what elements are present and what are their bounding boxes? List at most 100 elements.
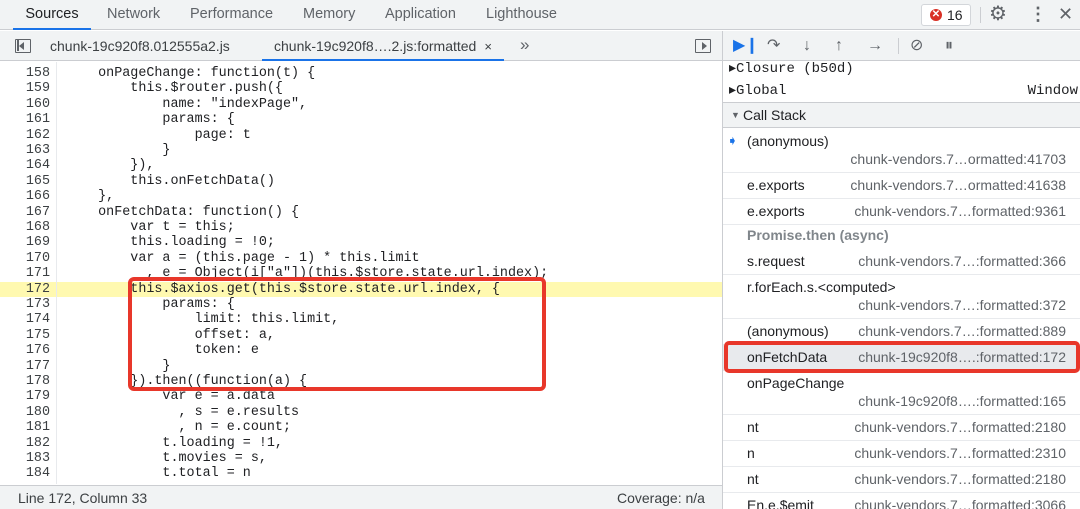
frame-location[interactable]: chunk-vendors.7…formatted:2310 (854, 445, 1066, 461)
scope-closure[interactable]: ▸Closure (b50d) (729, 59, 854, 81)
frame-location[interactable]: chunk-vendors.7…:formatted:366 (858, 253, 1066, 269)
frame-function-name: nt (747, 419, 759, 435)
line-number[interactable]: 170 (0, 251, 50, 266)
tab-application[interactable]: Application (385, 0, 456, 30)
line-number[interactable]: 159 (0, 81, 50, 96)
gutter-divider (56, 62, 57, 484)
line-number[interactable]: 179 (0, 389, 50, 404)
error-count-badge[interactable]: ✕ 16 (921, 4, 971, 26)
line-number[interactable]: 164 (0, 158, 50, 173)
frame-function-name: nt (747, 471, 759, 487)
tab-performance[interactable]: Performance (190, 0, 273, 30)
call-frame[interactable]: e.exports chunk-vendors.7…ormatted:41638 (723, 173, 1080, 199)
deactivate-breakpoints-icon[interactable]: ⊘ (910, 36, 923, 56)
line-number[interactable]: 175 (0, 328, 50, 343)
call-frame[interactable]: En.e.$emit chunk-vendors.7…formatted:3066 (723, 493, 1080, 509)
file-tab-formatted[interactable]: chunk-19c920f8….2.js:formatted × (262, 31, 504, 61)
frame-location[interactable]: chunk-19c920f8….:formatted:165 (858, 393, 1066, 409)
resume-icon[interactable]: ▶❙ (733, 36, 759, 56)
frame-location[interactable]: chunk-vendors.7…ormatted:41638 (850, 177, 1066, 193)
more-options-icon[interactable]: ⋮ (1029, 3, 1047, 25)
tab-lighthouse[interactable]: Lighthouse (486, 0, 557, 30)
toggle-debugger-icon[interactable] (695, 39, 711, 53)
code-line: 169 this.loading = !0; (0, 235, 722, 250)
call-frame[interactable]: nt chunk-vendors.7…formatted:2180 (723, 415, 1080, 441)
frame-function-name: r.forEach.s.<computed> (747, 279, 896, 295)
line-number[interactable]: 177 (0, 359, 50, 374)
line-number[interactable]: 183 (0, 451, 50, 466)
line-number[interactable]: 184 (0, 466, 50, 481)
line-code: var a = (this.page - 1) * this.limit (66, 250, 420, 266)
code-editor[interactable]: 158 onPageChange: function(t) {159 this.… (0, 62, 722, 484)
line-number[interactable]: 180 (0, 405, 50, 420)
code-line: 170 var a = (this.page - 1) * this.limit (0, 251, 722, 266)
call-frame[interactable]: onPageChange chunk-19c920f8….:formatted:1… (723, 371, 1080, 415)
frame-location[interactable]: chunk-vendors.7…:formatted:889 (858, 323, 1066, 339)
frame-location[interactable]: chunk-vendors.7…formatted:2180 (854, 471, 1066, 487)
call-frame[interactable]: e.exports chunk-vendors.7…formatted:9361 (723, 199, 1080, 225)
line-code: , n = e.count; (66, 420, 291, 436)
line-number[interactable]: 166 (0, 189, 50, 204)
step-icon[interactable]: → (867, 36, 883, 56)
step-out-icon[interactable]: ↑ (835, 36, 843, 56)
line-number[interactable]: 176 (0, 343, 50, 358)
line-code: name: "indexPage", (66, 96, 308, 112)
divider (898, 38, 899, 54)
call-stack-header[interactable]: ▼ Call Stack (723, 102, 1080, 128)
line-number[interactable]: 160 (0, 97, 50, 112)
code-line: 168 var t = this; (0, 220, 722, 235)
close-tab-icon[interactable]: × (484, 39, 492, 54)
call-frame[interactable]: s.request chunk-vendors.7…:formatted:366 (723, 249, 1080, 275)
step-over-icon[interactable]: ↷ (767, 36, 780, 56)
step-into-icon[interactable]: ↓ (803, 36, 811, 56)
gear-icon[interactable]: ⚙ (989, 3, 1007, 25)
call-frame[interactable]: nt chunk-vendors.7…formatted:2180 (723, 467, 1080, 493)
close-icon[interactable]: ✕ (1058, 3, 1073, 25)
line-number[interactable]: 169 (0, 235, 50, 250)
error-icon: ✕ (930, 9, 942, 21)
line-number[interactable]: 178 (0, 374, 50, 389)
frame-location[interactable]: chunk-vendors.7…formatted:9361 (854, 203, 1066, 219)
frame-location[interactable]: chunk-vendors.7…formatted:3066 (854, 497, 1066, 509)
call-frame[interactable]: ➧ (anonymous) chunk-vendors.7…ormatted:417… (723, 129, 1080, 173)
tab-network[interactable]: Network (107, 0, 160, 30)
frame-location[interactable]: chunk-vendors.7…:formatted:372 (858, 297, 1066, 313)
frame-location[interactable]: chunk-vendors.7…ormatted:41703 (850, 151, 1066, 167)
more-tabs-icon[interactable]: » (520, 31, 529, 59)
call-frame[interactable]: n chunk-vendors.7…formatted:2310 (723, 441, 1080, 467)
coverage-status[interactable]: Coverage: n/a (617, 486, 705, 509)
line-number[interactable]: 163 (0, 143, 50, 158)
file-tab-label: chunk-19c920f8.012555a2.js (50, 38, 230, 54)
annotation-highlight-box (128, 277, 546, 391)
frame-location[interactable]: chunk-vendors.7…formatted:2180 (854, 419, 1066, 435)
line-number[interactable]: 162 (0, 128, 50, 143)
line-number[interactable]: 168 (0, 220, 50, 235)
tab-memory[interactable]: Memory (303, 0, 355, 30)
frame-function-name: (anonymous) (747, 133, 829, 149)
call-frame[interactable]: r.forEach.s.<computed> chunk-vendors.7…:f… (723, 275, 1080, 319)
line-number[interactable]: 171 (0, 266, 50, 281)
line-number[interactable]: 182 (0, 436, 50, 451)
code-line: 162 page: t (0, 128, 722, 143)
toggle-navigator-icon[interactable] (15, 39, 31, 53)
scope-global[interactable]: ▸Global (729, 81, 786, 103)
scope-name: Global (736, 83, 787, 99)
divider (980, 7, 981, 23)
line-number[interactable]: 161 (0, 112, 50, 127)
line-number[interactable]: 167 (0, 205, 50, 220)
tab-label: Network (107, 6, 161, 22)
line-code: t.total = n (66, 466, 251, 482)
line-number[interactable]: 173 (0, 297, 50, 312)
code-line: 158 onPageChange: function(t) { (0, 66, 722, 81)
line-number[interactable]: 172 (0, 282, 50, 297)
code-line: 165 this.onFetchData() (0, 174, 722, 189)
line-number[interactable]: 181 (0, 420, 50, 435)
code-line: 159 this.$router.push({ (0, 81, 722, 96)
file-tab-minified[interactable]: chunk-19c920f8.012555a2.js (50, 31, 230, 61)
pause-on-exceptions-icon[interactable]: ⏸ (945, 36, 953, 56)
line-number[interactable]: 174 (0, 312, 50, 327)
line-code: } (66, 143, 171, 158)
tab-sources[interactable]: Sources (13, 0, 91, 30)
line-number[interactable]: 158 (0, 66, 50, 81)
line-number[interactable]: 165 (0, 174, 50, 189)
